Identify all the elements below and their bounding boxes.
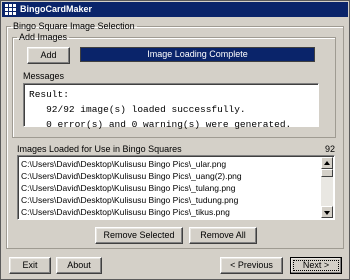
message-line: Result: — [29, 89, 69, 100]
list-item[interactable]: C:\Users\David\Desktop\Kulisusu Bingo Pi… — [21, 206, 230, 218]
message-line: 92/92 image(s) loaded successfully. — [29, 104, 246, 115]
grid-app-icon — [5, 4, 16, 15]
section-title: Bingo Square Image Selection — [13, 21, 135, 31]
image-loading-progress: Image Loading Complete — [80, 47, 315, 62]
remove-all-button[interactable]: Remove All — [189, 227, 257, 244]
app-window: BingoCardMaker Bingo Square Image Select… — [0, 0, 350, 280]
list-scrollbar[interactable] — [321, 157, 333, 218]
title-bar[interactable]: BingoCardMaker — [2, 2, 348, 17]
next-button[interactable]: Next > — [290, 257, 342, 274]
list-item[interactable]: C:\Users\David\Desktop\Kulisusu Bingo Pi… — [21, 182, 236, 194]
message-line: 0 error(s) and 0 warning(s) were generat… — [29, 119, 292, 130]
scroll-up-button[interactable] — [321, 157, 333, 169]
messages-title: Messages — [23, 71, 65, 81]
window-title: BingoCardMaker — [20, 4, 93, 14]
add-images-title: Add Images — [19, 32, 68, 42]
about-button[interactable]: About — [56, 257, 102, 274]
scroll-down-button[interactable] — [321, 206, 333, 218]
scroll-thumb[interactable] — [321, 169, 333, 177]
list-item[interactable]: C:\Users\David\Desktop\Kulisusu Bingo Pi… — [21, 170, 242, 182]
exit-button[interactable]: Exit — [9, 257, 51, 274]
list-item[interactable]: C:\Users\David\Desktop\Kulisusu Bingo Pi… — [21, 158, 226, 170]
messages-box: Result: 92/92 image(s) loaded successful… — [23, 83, 319, 130]
list-item[interactable]: C:\Users\David\Desktop\Kulisusu Bingo Pi… — [21, 194, 238, 206]
chevron-down-icon — [324, 211, 330, 215]
remove-selected-button[interactable]: Remove Selected — [95, 227, 183, 244]
previous-button[interactable]: < Previous — [220, 257, 283, 274]
images-loaded-label: Images Loaded for Use in Bingo Squares — [17, 144, 182, 154]
images-listbox[interactable]: C:\Users\David\Desktop\Kulisusu Bingo Pi… — [17, 155, 335, 220]
add-button[interactable]: Add — [27, 47, 70, 64]
images-count: 92 — [324, 144, 335, 154]
chevron-up-icon — [324, 161, 330, 165]
